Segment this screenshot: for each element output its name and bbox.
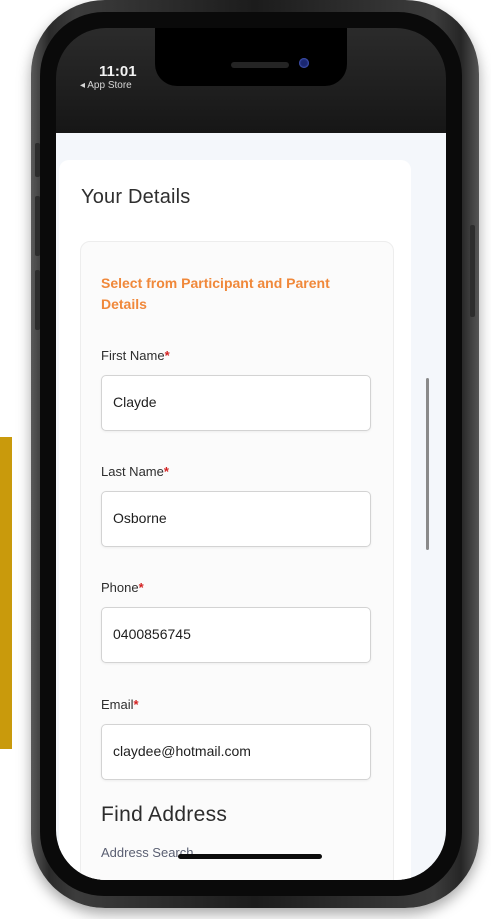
email-input[interactable]: claydee@hotmail.com bbox=[101, 724, 371, 780]
required-asterisk: * bbox=[164, 348, 170, 363]
status-bar: 11:01 ◂ App Store bbox=[56, 28, 446, 133]
email-label: Email* bbox=[101, 697, 139, 712]
phone-label: Phone* bbox=[101, 580, 144, 595]
back-to-app-store-link[interactable]: ◂ App Store bbox=[80, 80, 132, 91]
find-address-heading: Find Address bbox=[101, 803, 228, 826]
phone-input[interactable]: 0400856745 bbox=[101, 607, 371, 663]
details-form: Select from Participant and Parent Detai… bbox=[80, 241, 394, 880]
phone-label-text: Phone bbox=[101, 580, 139, 595]
required-asterisk: * bbox=[133, 697, 139, 712]
home-indicator[interactable] bbox=[178, 854, 322, 859]
first-name-label: First Name* bbox=[101, 348, 170, 363]
last-name-label-text: Last Name bbox=[101, 464, 164, 479]
side-accent-bar bbox=[0, 437, 12, 749]
phone-power-button bbox=[470, 225, 475, 317]
phone-value: 0400856745 bbox=[113, 626, 191, 642]
last-name-input[interactable]: Osborne bbox=[101, 491, 371, 547]
email-value: claydee@hotmail.com bbox=[113, 743, 251, 759]
speaker-grille bbox=[231, 62, 289, 68]
required-asterisk: * bbox=[138, 580, 144, 595]
phone-screen: 11:01 ◂ App Store Your Details Select fr… bbox=[56, 28, 446, 880]
app-content[interactable]: Your Details Select from Participant and… bbox=[56, 133, 446, 880]
email-label-text: Email bbox=[101, 697, 134, 712]
last-name-value: Osborne bbox=[113, 510, 167, 526]
first-name-input[interactable]: Clayde bbox=[101, 375, 371, 431]
status-time: 11:01 bbox=[99, 63, 137, 80]
first-name-label-text: First Name bbox=[101, 348, 165, 363]
camera-icon bbox=[299, 58, 309, 68]
scrollbar[interactable] bbox=[426, 378, 429, 550]
page-title: Your Details bbox=[81, 186, 191, 208]
first-name-value: Clayde bbox=[113, 394, 157, 410]
required-asterisk: * bbox=[163, 464, 169, 479]
select-participant-parent-link[interactable]: Select from Participant and Parent Detai… bbox=[101, 273, 361, 315]
phone-bezel: 11:01 ◂ App Store Your Details Select fr… bbox=[40, 12, 462, 896]
last-name-label: Last Name* bbox=[101, 464, 169, 479]
notch bbox=[155, 28, 347, 86]
details-card: Your Details Select from Participant and… bbox=[59, 160, 411, 880]
